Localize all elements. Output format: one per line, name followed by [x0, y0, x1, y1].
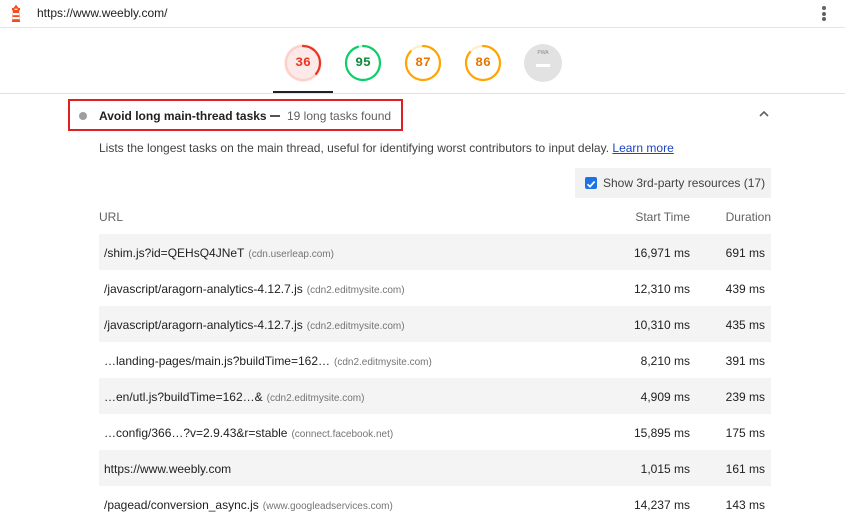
table-row: …en/utl.js?buildTime=162…& (cdn2.editmysi…: [99, 378, 771, 414]
row-duration: 175 ms: [725, 426, 765, 440]
table-row: https://www.weebly.com 1,015 ms 161 ms: [99, 450, 771, 486]
audit-separator: [270, 115, 280, 117]
row-host: (www.googleadservices.com): [262, 501, 393, 512]
row-start-time: 15,895 ms: [633, 426, 690, 440]
row-url[interactable]: /pagead/conversion_async.js (www.googlead…: [104, 498, 393, 512]
column-header-start-time: Start Time: [635, 210, 690, 224]
score-gauges: 36 95 87 86 PWA: [0, 28, 845, 94]
row-host: (cdn2.editmysite.com): [334, 357, 432, 368]
row-duration: 691 ms: [725, 246, 765, 260]
more-options-icon[interactable]: [821, 5, 827, 23]
audit-header[interactable]: Avoid long main-thread tasks 19 long tas…: [68, 99, 403, 131]
chevron-up-icon[interactable]: [758, 109, 770, 119]
row-host: (connect.facebook.net): [291, 429, 394, 440]
row-start-time: 1,015 ms: [640, 462, 690, 476]
row-start-time: 10,310 ms: [633, 318, 690, 332]
row-host: (cdn.userleap.com): [248, 249, 334, 260]
audit-title: Avoid long main-thread tasks: [99, 109, 267, 123]
audit-description-text: Lists the longest tasks on the main thre…: [99, 141, 610, 155]
row-url[interactable]: /javascript/aragorn-analytics-4.12.7.js(…: [104, 318, 405, 332]
url-bar: https://www.weebly.com/: [0, 0, 845, 28]
pwa-dash-icon: [536, 64, 550, 67]
row-duration: 435 ms: [725, 318, 765, 332]
seo-gauge[interactable]: 86: [464, 44, 502, 82]
audit-status-dot-icon: [79, 112, 87, 120]
table-row: /pagead/conversion_async.js (www.googlead…: [99, 486, 771, 522]
row-duration: 161 ms: [725, 462, 765, 476]
column-header-url: URL: [99, 210, 124, 224]
learn-more-link[interactable]: Learn more: [612, 141, 673, 155]
row-host: (cdn2.editmysite.com): [306, 285, 405, 296]
table-row: …landing-pages/main.js?buildTime=162… (cd…: [99, 342, 771, 378]
row-start-time: 14,237 ms: [633, 498, 690, 512]
row-url[interactable]: https://www.weebly.com: [104, 462, 235, 476]
best-practices-score: 87: [415, 55, 431, 70]
table-row: /shim.js?id=QEHsQ4JNeT (cdn.userleap.com)…: [99, 234, 771, 270]
accessibility-gauge[interactable]: 95: [344, 44, 382, 82]
third-party-label: Show 3rd-party resources (17): [603, 176, 766, 190]
row-duration: 143 ms: [725, 498, 765, 512]
row-url[interactable]: …landing-pages/main.js?buildTime=162… (cd…: [104, 354, 432, 368]
row-url[interactable]: /shim.js?id=QEHsQ4JNeT (cdn.userleap.com): [104, 246, 334, 260]
row-start-time: 4,909 ms: [640, 390, 690, 404]
pwa-label: PWA: [537, 50, 549, 56]
page-url: https://www.weebly.com/: [37, 6, 168, 20]
performance-gauge[interactable]: 36: [284, 44, 322, 82]
row-url[interactable]: …en/utl.js?buildTime=162…& (cdn2.editmysi…: [104, 390, 364, 404]
pwa-gauge[interactable]: PWA: [524, 44, 562, 82]
row-start-time: 8,210 ms: [640, 354, 690, 368]
audit-display-value: 19 long tasks found: [287, 109, 392, 123]
table-header: URL Start Time Duration: [99, 200, 771, 234]
table-row: …config/366…?v=2.9.43&r=stable (connect.f…: [99, 414, 771, 450]
seo-score: 86: [475, 55, 491, 70]
active-gauge-indicator: [273, 91, 333, 93]
row-duration: 391 ms: [725, 354, 765, 368]
third-party-filter[interactable]: Show 3rd-party resources (17): [575, 168, 771, 198]
row-duration: 439 ms: [725, 282, 765, 296]
row-duration: 239 ms: [725, 390, 765, 404]
row-host: (cdn2.editmysite.com): [306, 321, 405, 332]
row-start-time: 16,971 ms: [633, 246, 690, 260]
table-row: /javascript/aragorn-analytics-4.12.7.js(…: [99, 270, 771, 306]
audit-description: Lists the longest tasks on the main thre…: [99, 141, 674, 155]
column-header-duration: Duration: [725, 210, 771, 224]
checkmark-icon: [586, 180, 596, 188]
lighthouse-logo-icon: [12, 4, 20, 22]
row-url[interactable]: /javascript/aragorn-analytics-4.12.7.js(…: [104, 282, 405, 296]
best-practices-gauge[interactable]: 87: [404, 44, 442, 82]
performance-score: 36: [295, 55, 311, 70]
third-party-checkbox[interactable]: [585, 177, 597, 189]
row-host: (cdn2.editmysite.com): [266, 393, 365, 404]
row-start-time: 12,310 ms: [633, 282, 690, 296]
row-url[interactable]: …config/366…?v=2.9.43&r=stable (connect.f…: [104, 426, 393, 440]
table-row: /javascript/aragorn-analytics-4.12.7.js(…: [99, 306, 771, 342]
accessibility-score: 95: [355, 55, 371, 70]
table-body: /shim.js?id=QEHsQ4JNeT (cdn.userleap.com)…: [99, 234, 771, 522]
